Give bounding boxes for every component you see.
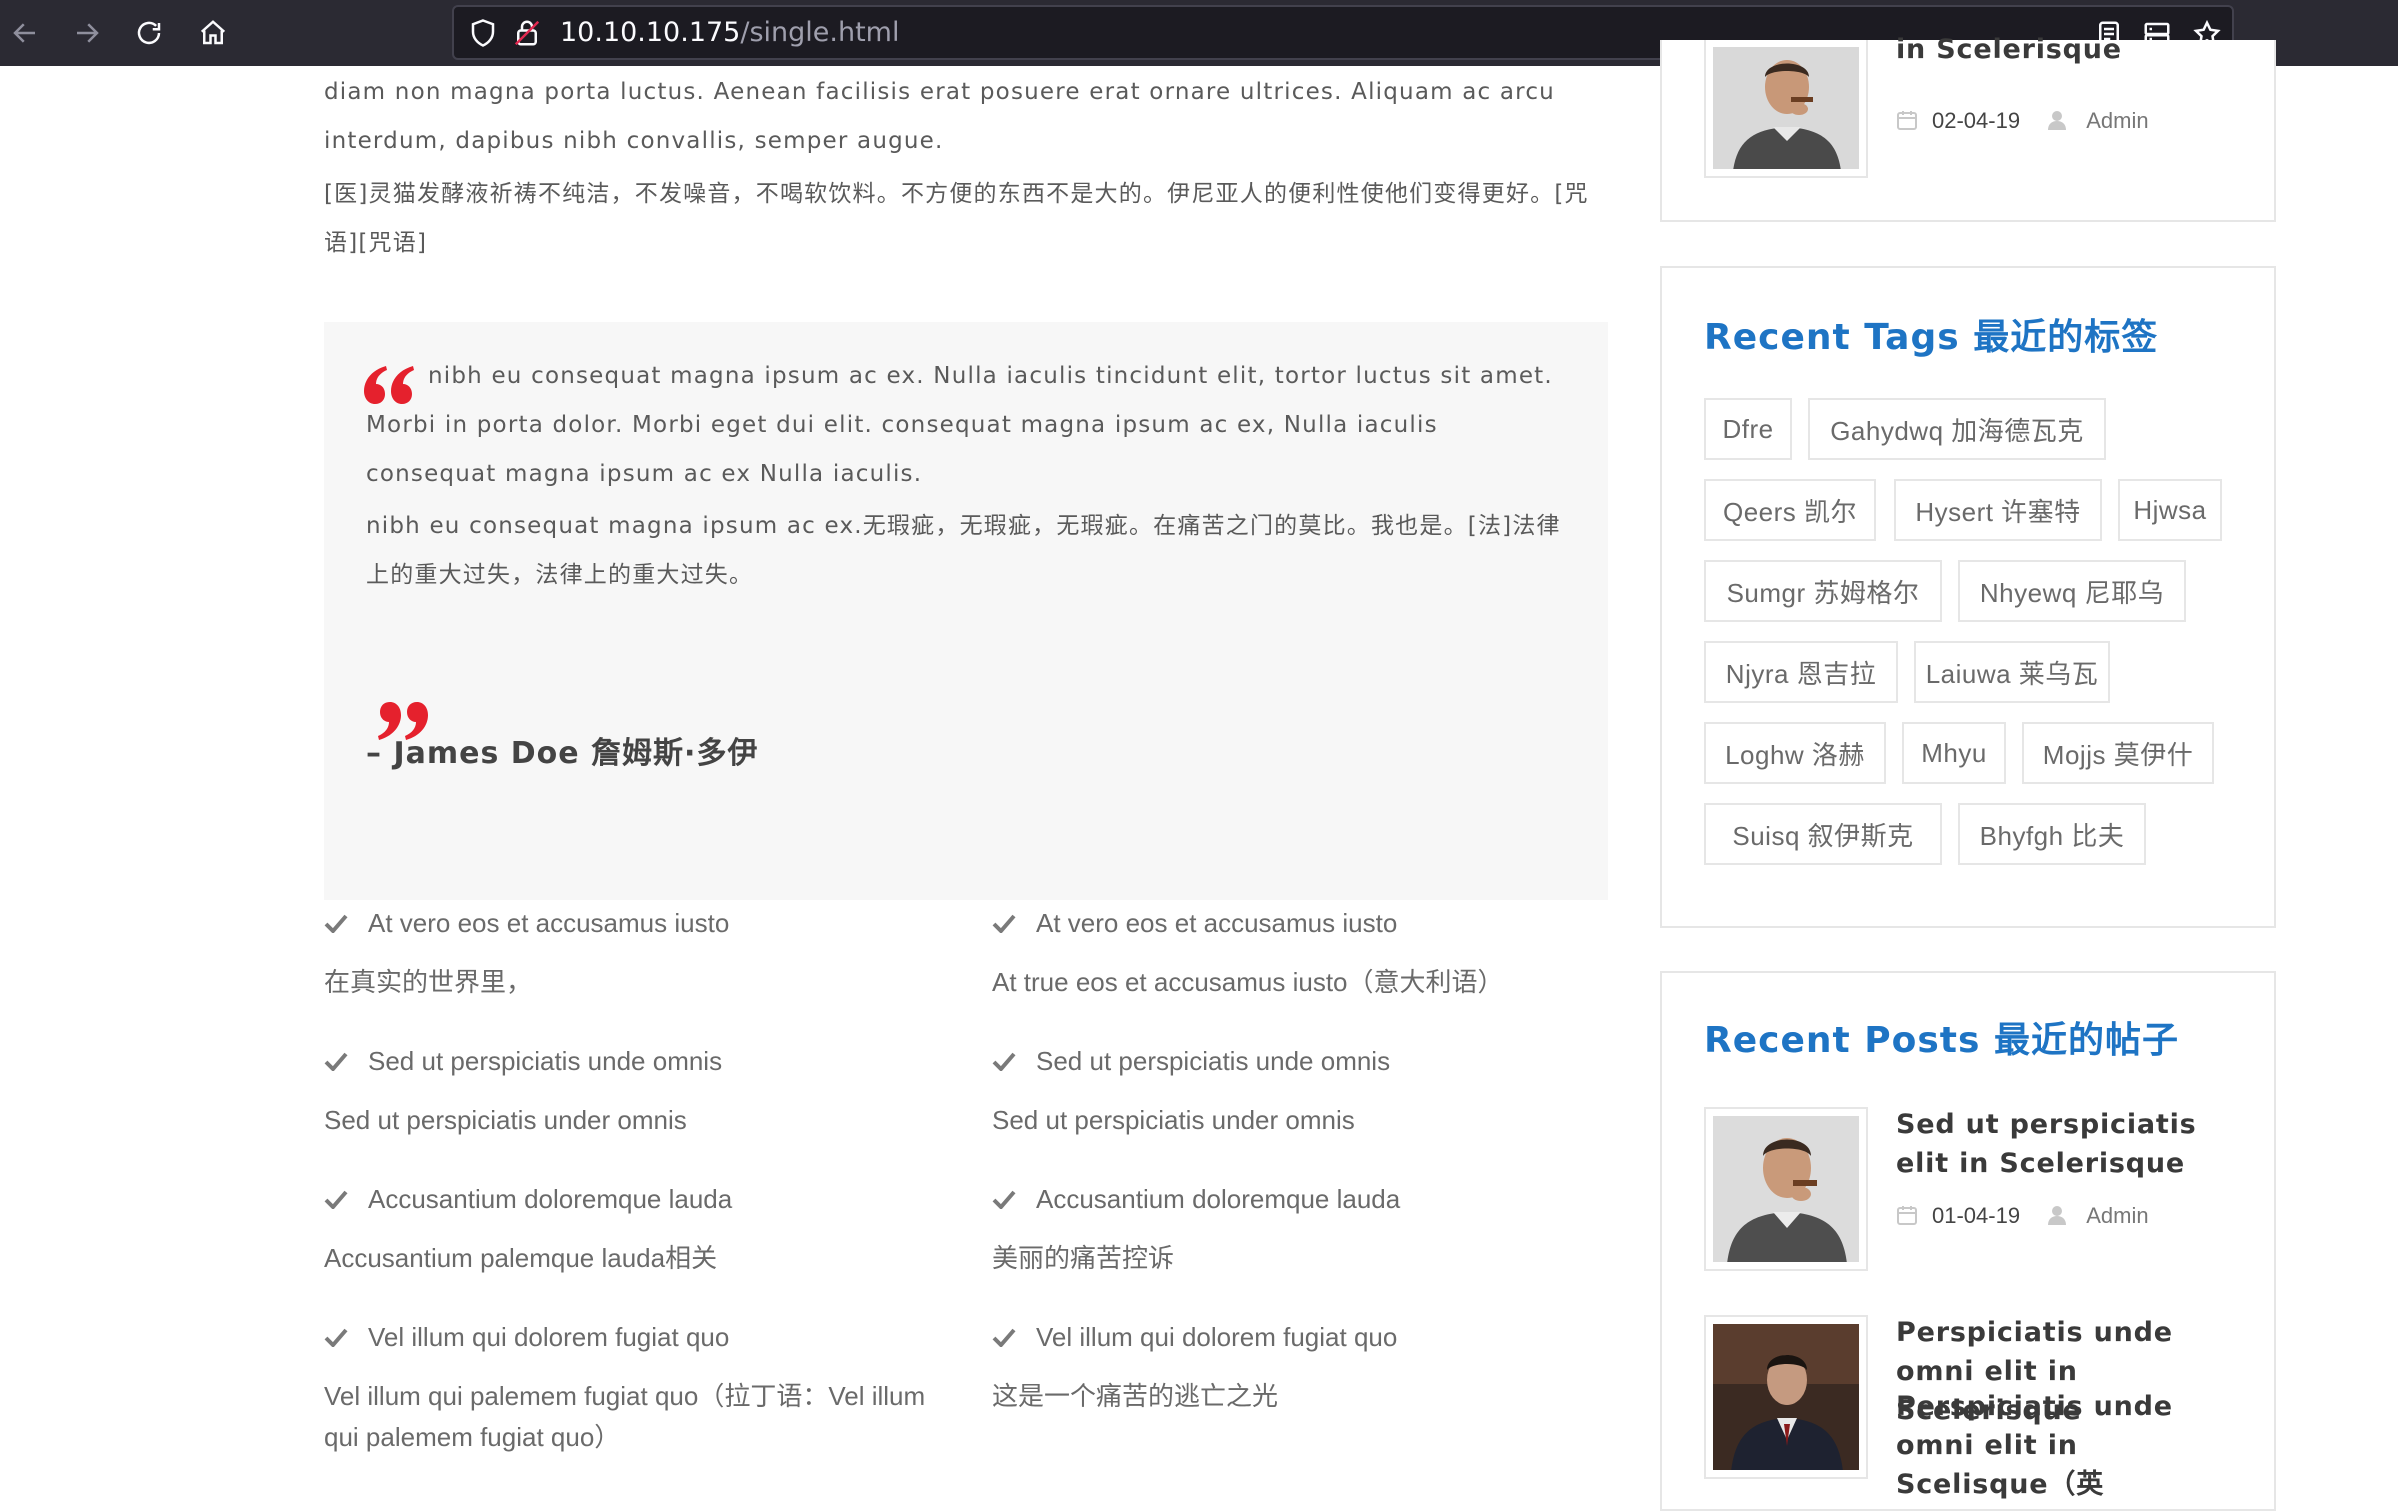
check-icon (992, 1190, 1016, 1209)
feature-desc: 这是一个痛苦的逃亡之光 (992, 1381, 1279, 1411)
post-author[interactable]: Admin (2086, 108, 2148, 133)
quote-text-zh: nibh eu consequat magna ipsum ac ex.无瑕疵，… (366, 513, 1561, 588)
url-text[interactable]: 10.10.10.175/single.html (560, 17, 899, 48)
check-icon (324, 1190, 348, 1209)
tag-link[interactable]: Laiuwa 莱乌瓦 (1914, 641, 2110, 703)
feature-title-text: Vel illum qui dolorem fugiat quo (1036, 1322, 1398, 1352)
feature-title: At vero eos et accusamus iusto (324, 908, 729, 939)
post-title[interactable]: Sed ut perspiciatis elit in Scelerisque (1896, 1105, 2226, 1183)
reload-icon[interactable] (128, 12, 170, 54)
feature-title: Accusantium doloremque lauda (992, 1184, 1400, 1215)
check-icon (992, 1052, 1016, 1071)
post-meta: 01-04-19 Admin (1896, 1203, 2149, 1229)
tag-link[interactable]: Loghw 洛赫 (1704, 722, 1886, 784)
tag-link[interactable]: Sumgr 苏姆格尔 (1704, 560, 1942, 622)
calendar-icon (1897, 111, 1917, 130)
tag-link[interactable]: Bhyfgh 比夫 (1958, 803, 2146, 865)
calendar-icon (1897, 1206, 1917, 1225)
post-date: 01-04-19 (1932, 1203, 2021, 1228)
feature-title: Sed ut perspiciatis unde omnis (324, 1046, 722, 1077)
feature-title: Sed ut perspiciatis unde omnis (992, 1046, 1390, 1077)
top-post-meta: 02-04-19 Admin (1896, 108, 2149, 134)
post-thumbnail[interactable] (1704, 40, 1868, 178)
post-date: 02-04-19 (1932, 108, 2021, 133)
url-path: /single.html (740, 17, 900, 48)
check-icon (324, 914, 348, 933)
feature-desc: Sed ut perspiciatis under omnis (324, 1105, 687, 1135)
check-icon (324, 1052, 348, 1071)
check-icon (992, 914, 1016, 933)
insecure-lock-icon[interactable] (512, 18, 542, 48)
post-subtitle[interactable]: Perspiciatis unde omni elit in Scelisque… (1896, 1387, 2226, 1504)
forward-arrow-icon[interactable] (66, 12, 108, 54)
post-photo (1713, 1116, 1859, 1262)
feature-title-text: Vel illum qui dolorem fugiat quo (368, 1322, 730, 1352)
article-paragraph-zh: [医]灵猫发酵液祈祷不纯洁，不发噪音，不喝软饮料。不方便的东西不是大的。伊尼亚人… (324, 181, 1589, 256)
blockquote: nibh eu consequat magna ipsum ac ex. Nul… (324, 322, 1608, 900)
feature-title: Accusantium doloremque lauda (324, 1184, 732, 1215)
feature-desc: Sed ut perspiciatis under omnis (992, 1105, 1355, 1135)
tag-link[interactable]: Hysert 许塞特 (1894, 479, 2102, 541)
feature-desc: At true eos et accusamus iusto（意大利语） (992, 967, 1504, 997)
feature-title-text: At vero eos et accusamus iusto (1036, 908, 1398, 938)
user-icon (2048, 1206, 2067, 1225)
post-photo (1713, 47, 1859, 169)
tag-link[interactable]: Qeers 凯尔 (1704, 479, 1876, 541)
check-icon (992, 1328, 1016, 1347)
post-author[interactable]: Admin (2086, 1203, 2148, 1228)
user-icon (2048, 111, 2067, 130)
quote-author: – James Doe 詹姆斯·多伊 (366, 736, 759, 771)
feature-desc: Vel illum qui palemem fugiat quo（拉丁语：Vel… (324, 1381, 926, 1452)
feature-title-text: Accusantium doloremque lauda (1036, 1184, 1401, 1214)
tag-link[interactable]: Dfre (1704, 398, 1792, 460)
posts-widget-title: Recent Posts 最近的帖子 (1704, 1020, 2179, 1061)
feature-title: At vero eos et accusamus iusto (992, 908, 1397, 939)
feature-desc: Accusantium palemque lauda相关 (324, 1243, 718, 1273)
feature-title: Vel illum qui dolorem fugiat quo (992, 1322, 1397, 1353)
feature-title-text: Accusantium doloremque lauda (368, 1184, 733, 1214)
article-paragraph-en: diam non magna porta luctus. Aenean faci… (324, 79, 1555, 154)
shield-icon[interactable] (468, 18, 498, 48)
tag-link[interactable]: Gahydwq 加海德瓦克 (1808, 398, 2106, 460)
feature-desc: 美丽的痛苦控诉 (992, 1243, 1175, 1273)
tag-link[interactable]: Suisq 叙伊斯克 (1704, 803, 1942, 865)
sidebar-widget-tags: Recent Tags 最近的标签 Dfre Gahydwq 加海德瓦克 Qee… (1660, 266, 2276, 928)
feature-title-text: Sed ut perspiciatis unde omnis (368, 1046, 723, 1076)
url-host: 10.10.10.175 (560, 17, 741, 48)
feature-title-text: At vero eos et accusamus iusto (368, 908, 730, 938)
feature-title-text: Sed ut perspiciatis unde omnis (1036, 1046, 1391, 1076)
tag-link[interactable]: Mojjs 莫伊什 (2022, 722, 2214, 784)
tag-link[interactable]: Njyra 恩吉拉 (1704, 641, 1898, 703)
feature-desc: 在真实的世界里， (324, 967, 533, 997)
tag-link[interactable]: Nhyewq 尼耶乌 (1958, 560, 2186, 622)
tag-link[interactable]: Hjwsa (2118, 479, 2222, 541)
check-icon (324, 1328, 348, 1347)
sidebar-widget-top-post: in Scelerisque 02-04-19 Admin (1660, 34, 2276, 222)
home-icon[interactable] (192, 12, 234, 54)
top-post-title-fragment[interactable]: in Scelerisque (1896, 30, 2226, 69)
quote-text-en: nibh eu consequat magna ipsum ac ex. Nul… (366, 363, 1553, 487)
post-photo (1713, 1324, 1859, 1470)
sidebar-widget-posts: Recent Posts 最近的帖子 Sed ut perspiciatis e… (1660, 971, 2276, 1511)
back-arrow-icon[interactable] (4, 12, 46, 54)
post-thumbnail[interactable] (1704, 1107, 1868, 1271)
post-thumbnail[interactable] (1704, 1315, 1868, 1479)
tag-link[interactable]: Mhyu (1902, 722, 2006, 784)
tags-widget-title: Recent Tags 最近的标签 (1704, 317, 2159, 358)
feature-title: Vel illum qui dolorem fugiat quo (324, 1322, 729, 1353)
